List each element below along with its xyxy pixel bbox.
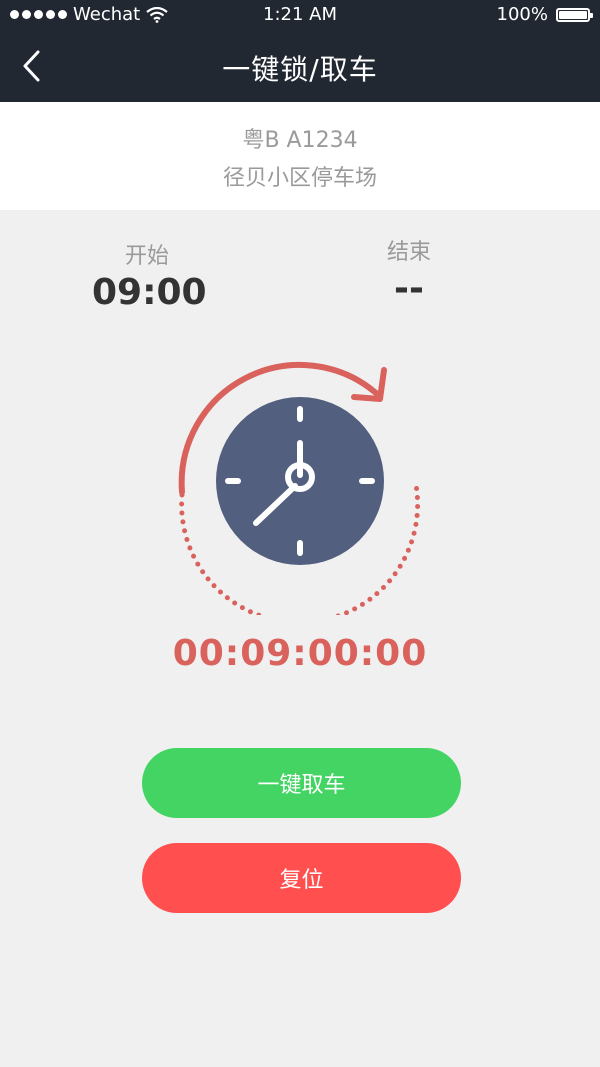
start-value: 09:00 [92, 272, 207, 313]
status-bar: Wechat 1:21 AM 100% [0, 0, 600, 30]
vehicle-info: 粤B A1234 径贝小区停车场 [0, 102, 600, 210]
page-title: 一键锁/取车 [222, 53, 378, 86]
start-time-block: 开始 09:00 [92, 238, 207, 313]
nav-bar: 一键锁/取车 [0, 30, 600, 102]
end-time-block: 结束 -- [354, 234, 464, 309]
battery-icon [556, 7, 593, 22]
reset-button[interactable]: 复位 [142, 843, 461, 913]
end-value: -- [394, 268, 424, 309]
start-label: 开始 [124, 244, 169, 269]
clock-refresh-icon [178, 362, 421, 625]
pickup-button[interactable]: 一键取车 [142, 748, 461, 818]
elapsed-timer: 00:09:00:00 [172, 633, 428, 674]
parking-location: 径贝小区停车场 [222, 166, 377, 191]
end-label: 结束 [386, 240, 431, 265]
license-plate: 粤B A1234 [242, 128, 358, 153]
battery-percent: 100% [496, 4, 548, 25]
battery-group: 100% [496, 4, 593, 25]
clock-graphic [170, 355, 430, 625]
